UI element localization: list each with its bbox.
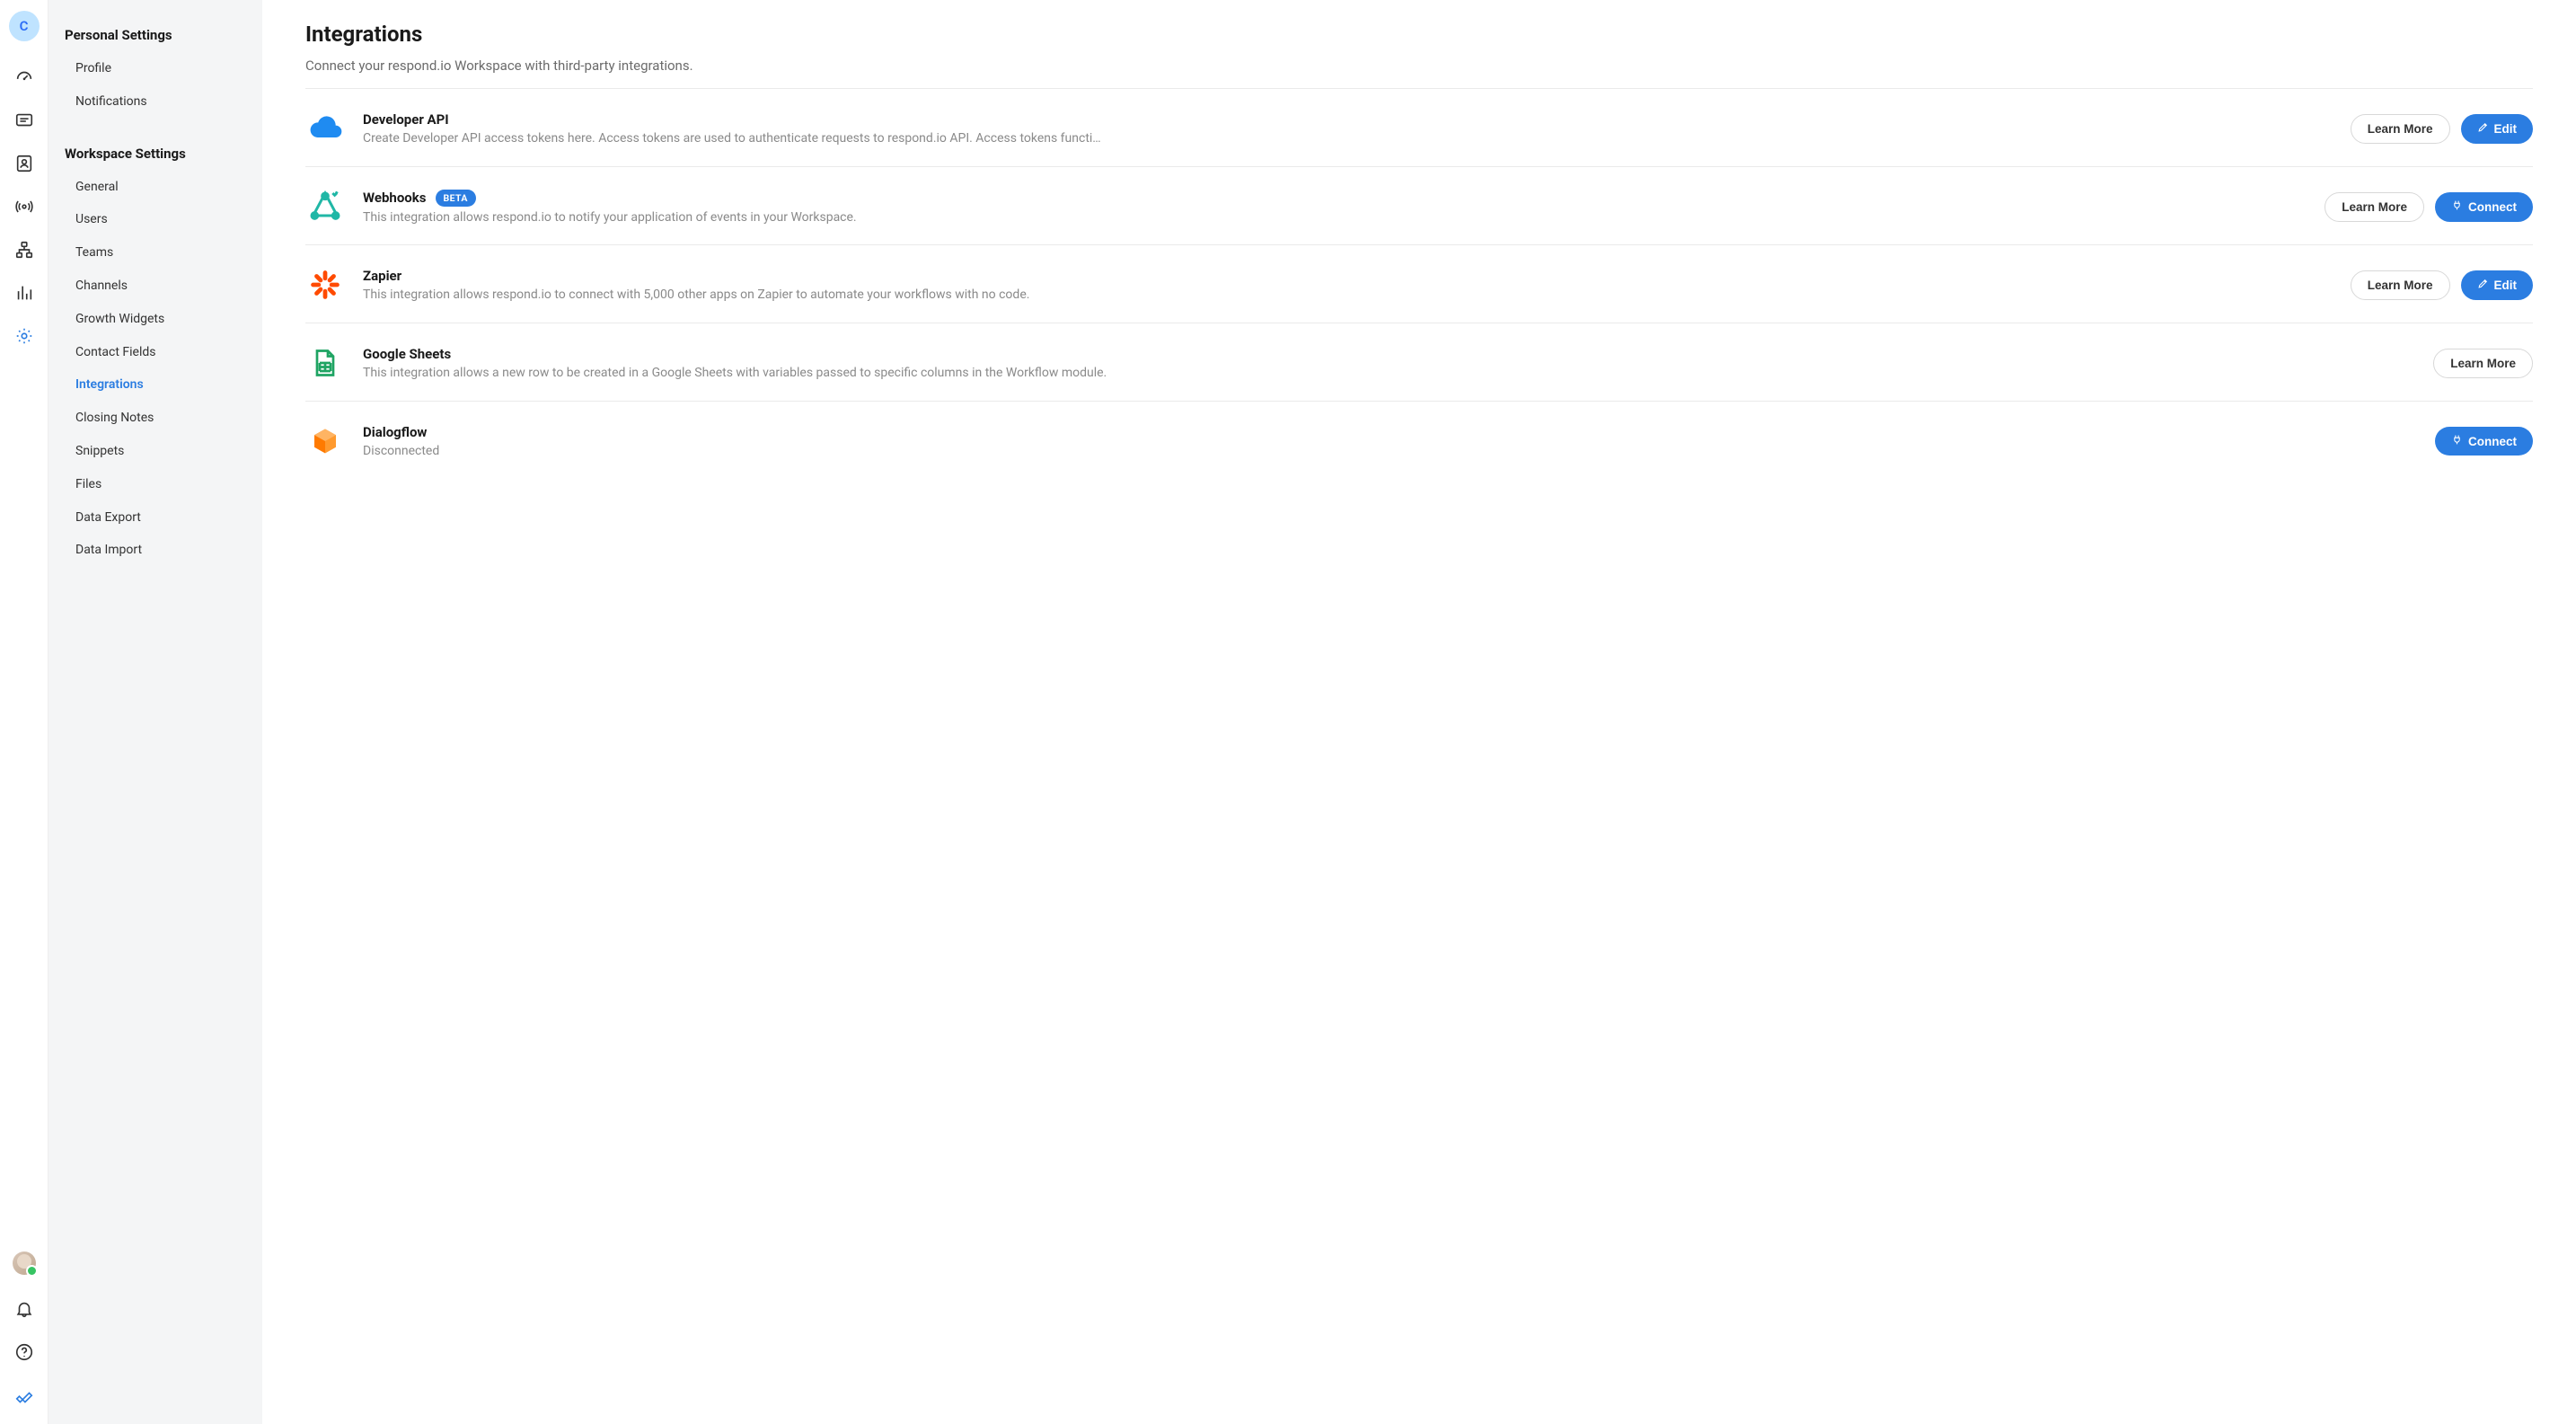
settings-sidebar: Personal Settings Profile Notifications … (49, 0, 262, 1424)
integration-row-zapier: Zapier This integration allows respond.i… (305, 245, 2533, 323)
sidebar-section-personal: Personal Settings (49, 16, 262, 52)
integration-desc: This integration allows a new row to be … (363, 366, 2415, 380)
learn-more-button[interactable]: Learn More (2351, 114, 2450, 144)
learn-more-button[interactable]: Learn More (2325, 192, 2424, 222)
integration-desc: This integration allows respond.io to co… (363, 287, 2333, 302)
plug-icon (2451, 199, 2463, 214)
integration-desc: Disconnected (363, 444, 2417, 458)
gear-icon (14, 326, 34, 349)
integration-row-google-sheets: Google Sheets This integration allows a … (305, 323, 2533, 402)
zapier-icon (305, 265, 345, 305)
rail-settings[interactable] (0, 316, 49, 359)
integration-row-webhooks: Webhooks BETA This integration allows re… (305, 167, 2533, 245)
cloud-icon (305, 109, 345, 148)
sidebar-item-notifications[interactable]: Notifications (49, 85, 262, 119)
page-title: Integrations (305, 22, 2533, 47)
beta-badge: BETA (436, 190, 476, 207)
rail-dashboard[interactable] (0, 57, 49, 101)
integration-title: Developer API (363, 111, 449, 128)
sheets-icon (305, 343, 345, 383)
integration-row-dialogflow: Dialogflow Disconnected Connect (305, 402, 2533, 479)
integration-title: Zapier (363, 268, 401, 284)
bar-chart-icon (14, 283, 34, 306)
brand-logo (14, 1375, 34, 1424)
sidebar-item-users[interactable]: Users (49, 203, 262, 236)
pencil-icon (2477, 121, 2489, 136)
integration-title: Dialogflow (363, 424, 427, 440)
icon-rail: C (0, 0, 49, 1424)
workspace-avatar[interactable]: C (9, 11, 40, 41)
main-content: Integrations Connect your respond.io Wor… (262, 0, 2576, 1424)
connect-button[interactable]: Connect (2435, 192, 2533, 222)
integration-title: Webhooks (363, 190, 427, 206)
rail-help[interactable] (0, 1332, 49, 1375)
sidebar-item-general[interactable]: General (49, 171, 262, 204)
sidebar-item-data-export[interactable]: Data Export (49, 501, 262, 535)
bell-icon (14, 1299, 34, 1322)
integration-desc: This integration allows respond.io to no… (363, 210, 2307, 225)
pencil-icon (2477, 278, 2489, 292)
page-subtitle: Connect your respond.io Workspace with t… (305, 57, 2533, 74)
rail-contacts[interactable] (0, 144, 49, 187)
sidebar-item-teams[interactable]: Teams (49, 236, 262, 270)
sidebar-item-growth-widgets[interactable]: Growth Widgets (49, 303, 262, 336)
learn-more-button[interactable]: Learn More (2433, 349, 2533, 378)
learn-more-button[interactable]: Learn More (2351, 270, 2450, 300)
user-avatar[interactable] (13, 1252, 36, 1275)
sidebar-item-integrations[interactable]: Integrations (49, 368, 262, 402)
contact-icon (14, 154, 34, 177)
integration-title: Google Sheets (363, 346, 451, 362)
sidebar-item-files[interactable]: Files (49, 468, 262, 501)
sidebar-item-channels[interactable]: Channels (49, 270, 262, 303)
connect-button[interactable]: Connect (2435, 427, 2533, 456)
rail-broadcast[interactable] (0, 187, 49, 230)
rail-workflows[interactable] (0, 230, 49, 273)
broadcast-icon (14, 197, 34, 220)
sidebar-item-profile[interactable]: Profile (49, 52, 262, 85)
edit-button[interactable]: Edit (2461, 270, 2534, 300)
webhooks-icon (305, 187, 345, 226)
sidebar-item-contact-fields[interactable]: Contact Fields (49, 336, 262, 369)
integration-desc: Create Developer API access tokens here.… (363, 131, 2333, 146)
sidebar-section-workspace: Workspace Settings (49, 133, 262, 171)
edit-button[interactable]: Edit (2461, 114, 2534, 144)
workflow-icon (14, 240, 34, 263)
help-icon (14, 1342, 34, 1366)
gauge-icon (14, 67, 34, 91)
integration-row-developer-api: Developer API Create Developer API acces… (305, 89, 2533, 167)
message-icon (14, 111, 34, 134)
rail-inbox[interactable] (0, 101, 49, 144)
sidebar-item-closing-notes[interactable]: Closing Notes (49, 402, 262, 435)
rail-notifications[interactable] (0, 1289, 49, 1332)
dialogflow-icon (305, 421, 345, 461)
plug-icon (2451, 434, 2463, 448)
sidebar-item-data-import[interactable]: Data Import (49, 534, 262, 567)
rail-reports[interactable] (0, 273, 49, 316)
sidebar-item-snippets[interactable]: Snippets (49, 435, 262, 468)
